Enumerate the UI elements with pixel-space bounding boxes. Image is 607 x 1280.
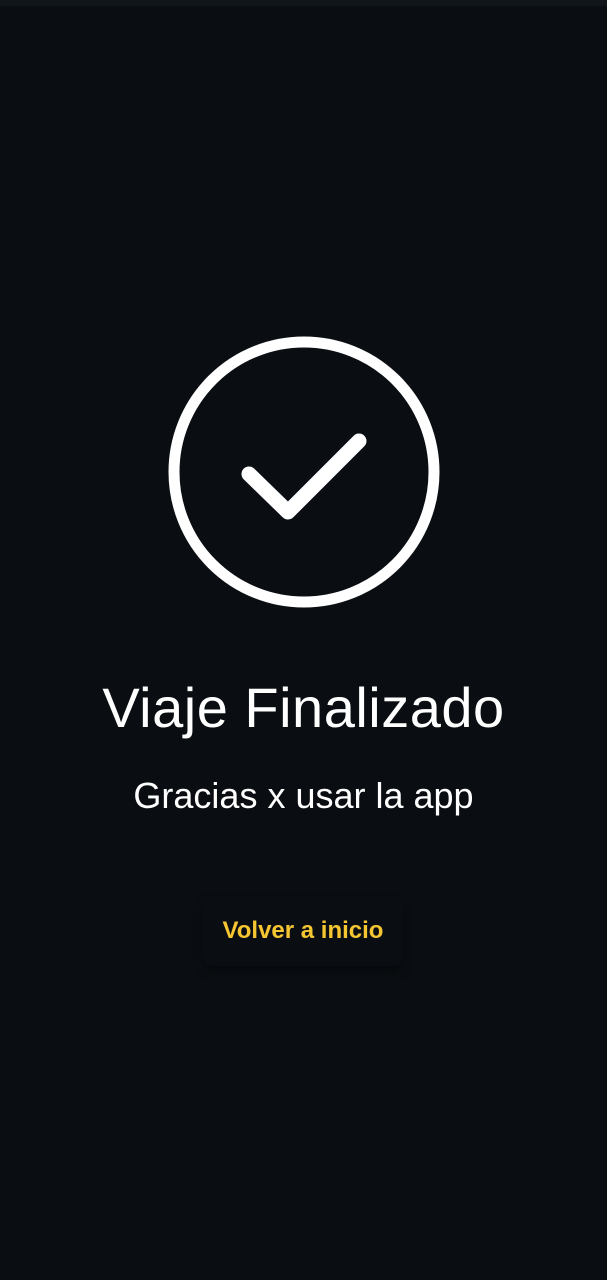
- back-to-home-button[interactable]: Volver a inicio: [203, 896, 403, 966]
- thank-you-message: Gracias x usar la app: [133, 775, 474, 816]
- check-circle-icon: [168, 336, 440, 608]
- status-bar: [0, 0, 607, 6]
- trip-finished-screen: Viaje Finalizado Gracias x usar la app V…: [0, 0, 607, 1280]
- page-title: Viaje Finalizado: [102, 676, 505, 739]
